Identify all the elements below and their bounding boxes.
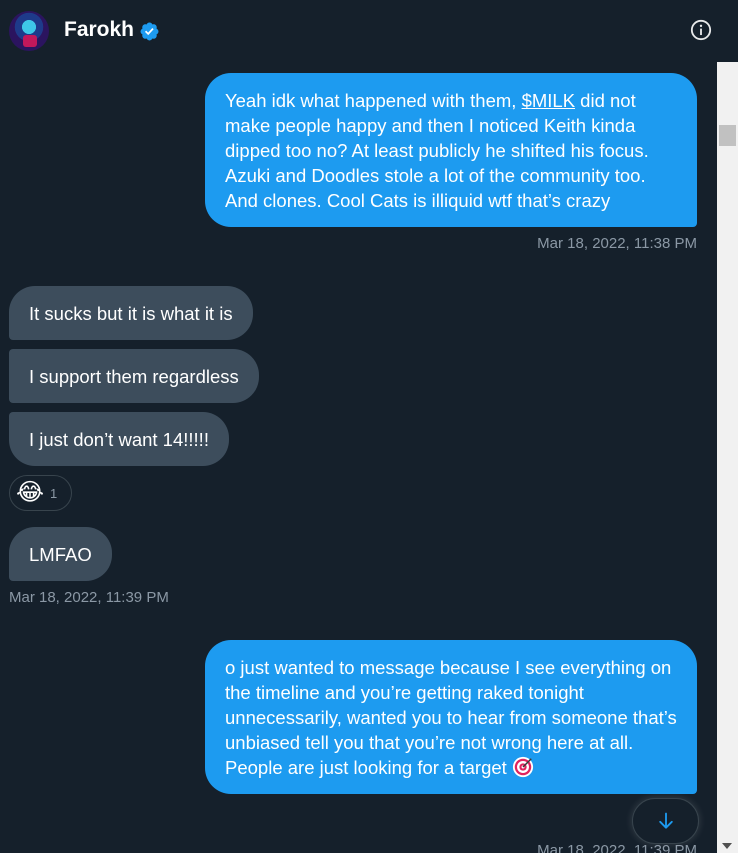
scroll-to-bottom-button[interactable] <box>632 798 699 844</box>
reaction-count: 1 <box>50 485 58 501</box>
contact-name[interactable]: Farokh <box>64 18 134 42</box>
message-bubble-incoming[interactable]: LMFAO <box>9 527 112 581</box>
message-timestamp: Mar 18, 2022, 11:38 PM <box>537 235 697 252</box>
message-text: o just wanted to message because I see e… <box>225 657 677 778</box>
message-bubble-outgoing[interactable]: Yeah idk what happened with them, $MILK … <box>205 73 697 227</box>
target-emoji-icon <box>512 756 534 778</box>
info-icon[interactable] <box>690 19 712 41</box>
arrow-down-icon <box>658 812 673 829</box>
verified-badge-icon <box>140 22 159 41</box>
message-text: LMFAO <box>29 544 92 565</box>
laughing-emoji-icon: 😂 <box>16 479 45 506</box>
message-bubble-incoming[interactable]: It sucks but it is what it is <box>9 286 253 340</box>
message-bubble-incoming[interactable]: I just don’t want 14!!!!! <box>9 412 229 466</box>
message-timestamp: Mar 18, 2022, 11:39 PM <box>9 589 169 606</box>
message-text: Yeah idk what happened with them, <box>225 90 522 111</box>
conversation-header: Farokh <box>0 0 717 62</box>
message-bubble-incoming[interactable]: I support them regardless <box>9 349 259 403</box>
message-text: I support them regardless <box>29 366 239 387</box>
message-text: I just don’t want 14!!!!! <box>29 429 209 450</box>
scrollbar-top <box>717 0 738 62</box>
avatar[interactable] <box>9 11 49 51</box>
scrollbar-down-arrow[interactable] <box>722 843 732 849</box>
scrollbar[interactable] <box>717 62 738 853</box>
message-bubble-outgoing[interactable]: o just wanted to message because I see e… <box>205 640 697 794</box>
scrollbar-thumb[interactable] <box>719 125 736 146</box>
cashtag-link[interactable]: $MILK <box>522 90 575 111</box>
message-text: It sucks but it is what it is <box>29 303 233 324</box>
reaction-badge[interactable]: 😂 1 <box>9 475 72 511</box>
